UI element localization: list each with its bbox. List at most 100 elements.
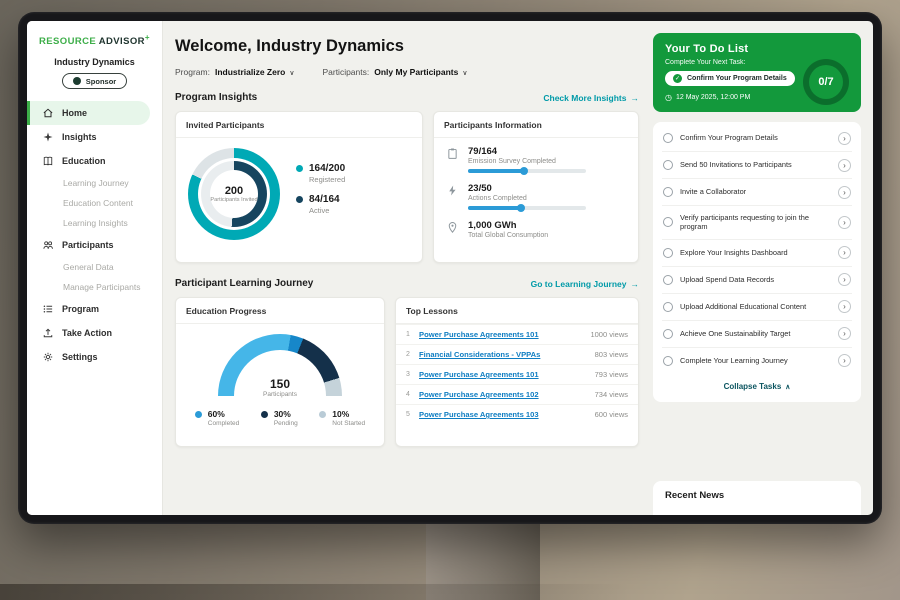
sidebar-item-label: Education [62,156,106,166]
sidebar-item-home[interactable]: Home [27,101,150,125]
monitor-stand [426,518,540,600]
program-insights-title: Program Insights [175,92,257,103]
task-row[interactable]: Invite a Collaborator › [662,179,852,206]
checkbox-icon[interactable] [663,329,673,339]
sidebar-item-learning-insights[interactable]: Learning Insights [27,213,162,233]
chevron-right-icon[interactable]: › [838,300,851,313]
sidebar-item-settings[interactable]: Settings [27,345,162,369]
top-lessons-card: Top Lessons 1 Power Purchase Agreements … [395,297,639,447]
go-to-learning-journey-link[interactable]: Go to Learning Journey→ [531,279,639,289]
sidebar-item-take-action[interactable]: Take Action [27,321,162,345]
todo-title: Your To Do List [665,43,849,55]
legend-registered: 164/200 Registered [296,163,345,184]
task-row[interactable]: Verify participants requesting to join t… [662,206,852,240]
home-icon [41,107,54,120]
blue-dot-icon [195,411,202,418]
legend-active: 84/164 Active [296,194,345,215]
sidebar-item-label: Learning Insights [63,218,128,228]
sidebar-item-program[interactable]: Program [27,297,162,321]
checkbox-icon[interactable] [663,248,673,258]
chevron-right-icon[interactable]: › [838,132,851,145]
lesson-row: 5 Power Purchase Agreements 103 600 view… [396,404,638,424]
invited-legend: 164/200 Registered 84/164 Active [296,163,345,225]
sponsor-badge[interactable]: Sponsor [62,73,127,89]
lesson-link[interactable]: Power Purchase Agreements 101 [419,330,590,339]
sidebar-item-learning-journey[interactable]: Learning Journey [27,173,162,193]
chevron-right-icon[interactable]: › [838,273,851,286]
teal-dot-icon [296,165,303,172]
card-title: Participants Information [434,112,638,138]
recent-news-title: Recent News [665,490,849,501]
task-row[interactable]: Complete Your Learning Journey › [662,348,852,374]
info-row-actions: 23/50 Actions Completed [434,175,638,212]
task-row[interactable]: Achieve One Sustainability Target › [662,321,852,348]
chevron-right-icon[interactable]: › [838,186,851,199]
todo-panel: Your To Do List Complete Your Next Task:… [647,21,873,515]
check-more-insights-link[interactable]: Check More Insights→ [543,93,639,103]
sidebar-item-label: Program [62,304,99,314]
education-gauge-chart: 150 Participants [218,334,342,396]
info-row-consumption: 1,000 GWh Total Global Consumption [434,212,638,241]
arrow-right-icon: → [631,93,640,103]
lesson-link[interactable]: Power Purchase Agreements 102 [419,390,595,399]
recent-news-card: Recent News [653,481,861,515]
emission-progress-bar [468,169,586,173]
chevron-right-icon[interactable]: › [838,354,851,367]
lesson-link[interactable]: Financial Considerations - VPPAs [419,350,595,359]
task-row[interactable]: Upload Spend Data Records › [662,267,852,294]
invited-donut-chart: 200 Participants Invited [188,148,280,240]
chevron-right-icon[interactable]: › [838,159,851,172]
sidebar-item-education[interactable]: Education [27,149,162,173]
insights-cards-row: Invited Participants 200 Participants In… [175,111,639,263]
actions-progress-bar [468,206,586,210]
page-title: Welcome, Industry Dynamics [175,37,639,56]
sidebar-item-label: Education Content [63,198,133,208]
participants-filter-value: Only My Participants [374,67,458,77]
next-task-pill[interactable]: ✓ Confirm Your Program Details [665,71,795,86]
checkbox-icon[interactable] [663,356,673,366]
sidebar-item-participants[interactable]: Participants [27,233,162,257]
sidebar-item-label: Settings [62,352,98,362]
sidebar-item-education-content[interactable]: Education Content [27,193,162,213]
lesson-link[interactable]: Power Purchase Agreements 101 [419,370,595,379]
collapse-tasks-link[interactable]: Collapse Tasks∧ [662,374,852,400]
filters-row: Program:Industrialize Zero∨ Participants… [175,67,639,77]
list-icon [41,303,54,316]
learning-journey-title: Participant Learning Journey [175,278,313,289]
book-icon [41,155,54,168]
checkbox-icon[interactable] [663,217,673,227]
checkbox-icon[interactable] [663,275,673,285]
dark-dot-icon [261,411,268,418]
program-filter[interactable]: Program:Industrialize Zero∨ [175,67,294,77]
sparkle-icon [41,131,54,144]
sidebar: RESOURCE ADVISOR+ Industry Dynamics Spon… [27,21,163,515]
chevron-right-icon[interactable]: › [838,327,851,340]
checkbox-icon[interactable] [663,133,673,143]
lesson-link[interactable]: Power Purchase Agreements 103 [419,410,595,419]
participants-filter[interactable]: Participants:Only My Participants∨ [322,67,467,77]
task-row[interactable]: Explore Your Insights Dashboard › [662,240,852,267]
info-row-emission: 79/164 Emission Survey Completed [434,138,638,175]
task-row[interactable]: Confirm Your Program Details › [662,125,852,152]
sidebar-item-general-data[interactable]: General Data [27,257,162,277]
pale-dot-icon [319,411,326,418]
task-row[interactable]: Send 50 Invitations to Participants › [662,152,852,179]
location-pin-icon [446,221,459,236]
logo-plus: + [145,33,150,42]
checkbox-icon[interactable] [663,187,673,197]
checkbox-icon[interactable] [663,160,673,170]
sidebar-item-label: Learning Journey [63,178,129,188]
task-row[interactable]: Upload Additional Educational Content › [662,294,852,321]
checkbox-icon[interactable] [663,302,673,312]
program-insights-header: Program Insights Check More Insights→ [175,92,639,103]
arrow-right-icon: → [631,279,640,289]
card-title: Education Progress [176,298,384,324]
participants-information-card: Participants Information 79/164 Emission… [433,111,639,263]
org-name: Industry Dynamics [27,57,162,67]
sidebar-item-insights[interactable]: Insights [27,125,162,149]
education-legend: 60% Completed 30% Pending 10% Not Starte… [176,409,384,427]
chevron-right-icon[interactable]: › [838,246,851,259]
sidebar-item-manage-participants[interactable]: Manage Participants [27,277,162,297]
lesson-row: 4 Power Purchase Agreements 102 734 view… [396,384,638,404]
chevron-right-icon[interactable]: › [838,216,851,229]
